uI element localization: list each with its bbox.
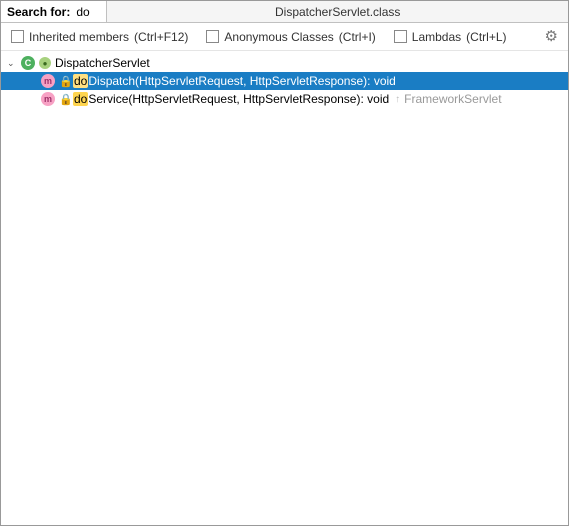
tree-method-row[interactable]: m 🔒 doService(HttpServletRequest, HttpSe…	[1, 90, 568, 108]
inherited-members-checkbox[interactable]: Inherited members (Ctrl+F12)	[11, 30, 188, 44]
toolbar: Inherited members (Ctrl+F12) Anonymous C…	[1, 23, 568, 51]
checkbox-shortcut: (Ctrl+F12)	[134, 30, 188, 44]
protected-icon: 🔒	[59, 75, 69, 88]
final-icon: ●	[39, 57, 51, 69]
protected-icon: 🔒	[59, 93, 69, 106]
search-label: Search for:	[7, 5, 70, 19]
class-icon: C	[21, 56, 35, 70]
checkbox-shortcut: (Ctrl+I)	[339, 30, 376, 44]
lambdas-checkbox[interactable]: Lambdas (Ctrl+L)	[394, 30, 507, 44]
search-box: Search for:	[1, 1, 107, 22]
checkbox-icon	[206, 30, 219, 43]
tree-class-row[interactable]: ⌄ C ● DispatcherServlet	[1, 54, 568, 72]
expand-caret-icon[interactable]: ⌄	[7, 58, 17, 69]
checkbox-label: Inherited members	[29, 30, 129, 44]
class-name: DispatcherServlet	[55, 56, 150, 70]
checkbox-icon	[394, 30, 407, 43]
match-highlight: do	[73, 92, 88, 106]
checkbox-label: Anonymous Classes	[224, 30, 333, 44]
structure-tree: ⌄ C ● DispatcherServlet m 🔒 doDispatch(H…	[1, 51, 568, 525]
match-highlight: do	[73, 74, 88, 88]
window-title: DispatcherServlet.class	[107, 1, 568, 22]
override-arrow-icon: ↑	[395, 94, 400, 105]
method-signature: doService(HttpServletRequest, HttpServle…	[73, 92, 389, 106]
checkbox-icon	[11, 30, 24, 43]
inherited-from: FrameworkServlet	[404, 92, 501, 106]
gear-icon[interactable]: ⚙	[545, 29, 558, 44]
method-icon: m	[41, 92, 55, 106]
checkbox-label: Lambdas	[412, 30, 461, 44]
search-input[interactable]	[76, 5, 100, 19]
method-signature: doDispatch(HttpServletRequest, HttpServl…	[73, 74, 396, 88]
tree-method-row[interactable]: m 🔒 doDispatch(HttpServletRequest, HttpS…	[1, 72, 568, 90]
checkbox-shortcut: (Ctrl+L)	[466, 30, 506, 44]
method-icon: m	[41, 74, 55, 88]
anonymous-classes-checkbox[interactable]: Anonymous Classes (Ctrl+I)	[206, 30, 375, 44]
